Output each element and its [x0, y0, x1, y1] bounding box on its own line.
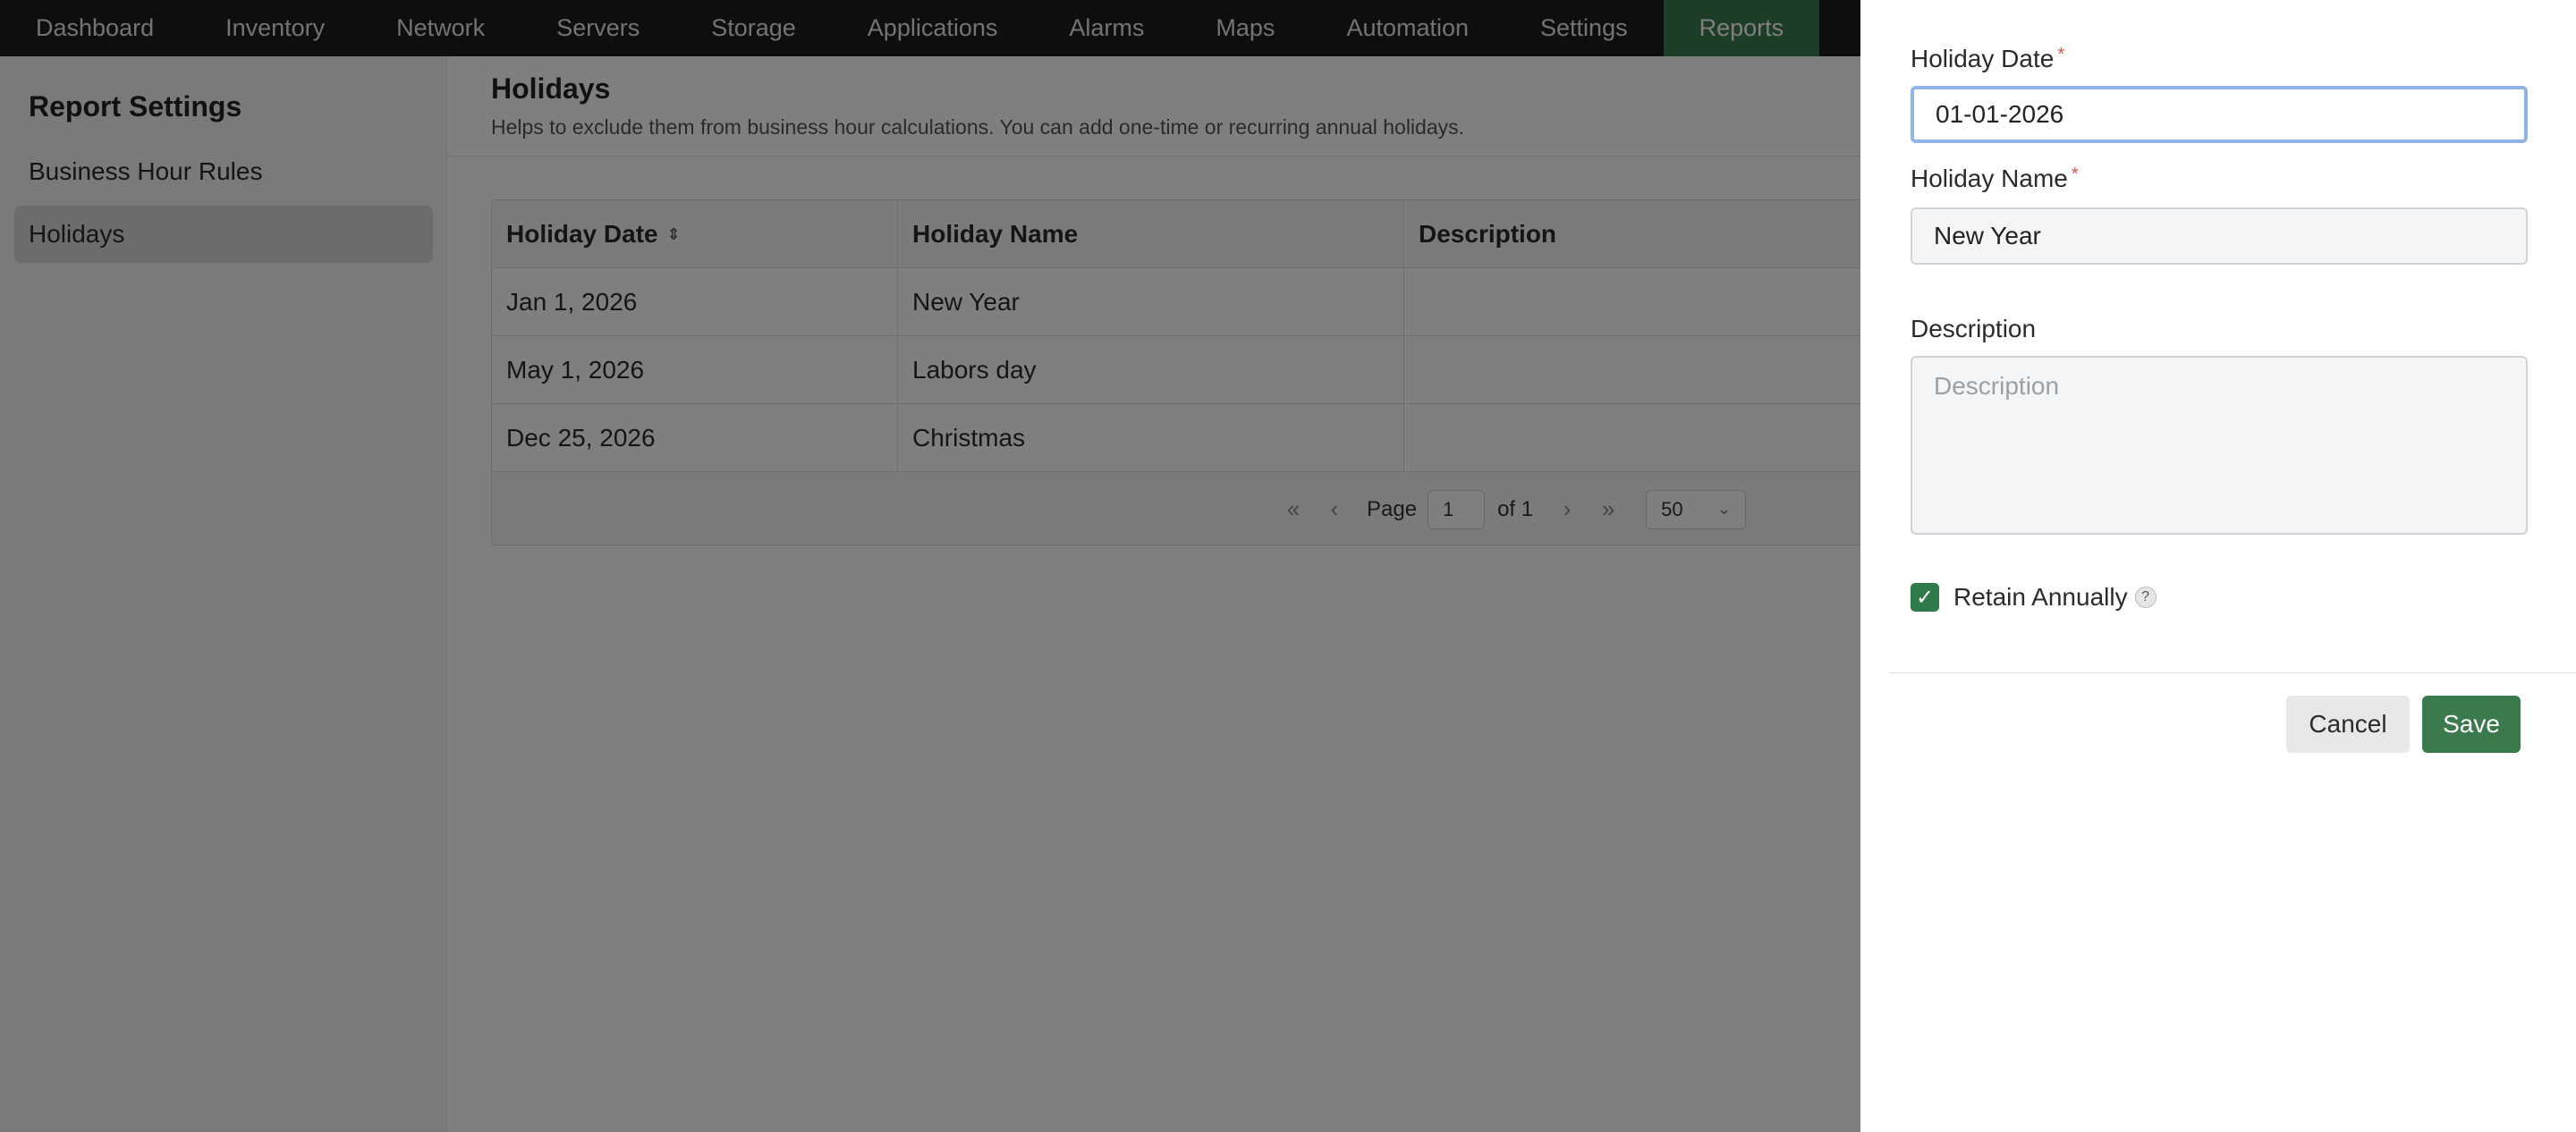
form-divider [1889, 672, 2576, 673]
holiday-name-label: Holiday Name * [1911, 165, 2079, 193]
retain-annually-label: Retain Annually [1953, 583, 2128, 611]
save-button[interactable]: Save [2422, 696, 2521, 753]
holiday-name-input[interactable] [1911, 207, 2528, 265]
description-label: Description [1911, 315, 2037, 342]
required-marker: * [2057, 45, 2065, 64]
retain-annually-row: ✓ Retain Annually ? [1911, 583, 2157, 612]
description-textarea[interactable] [1911, 356, 2528, 535]
holiday-date-label: Holiday Date * [1911, 45, 2064, 73]
cancel-button[interactable]: Cancel [2286, 696, 2410, 753]
holiday-date-label-text: Holiday Date [1911, 45, 2055, 72]
holiday-date-input[interactable] [1911, 86, 2528, 143]
required-marker: * [2071, 165, 2079, 184]
retain-annually-checkbox[interactable]: ✓ [1911, 583, 1939, 612]
help-icon[interactable]: ? [2134, 587, 2157, 608]
holiday-name-label-text: Holiday Name [1911, 165, 2068, 192]
add-holiday-drawer: Holiday Date* Holiday Name* Description … [1860, 0, 2576, 1132]
